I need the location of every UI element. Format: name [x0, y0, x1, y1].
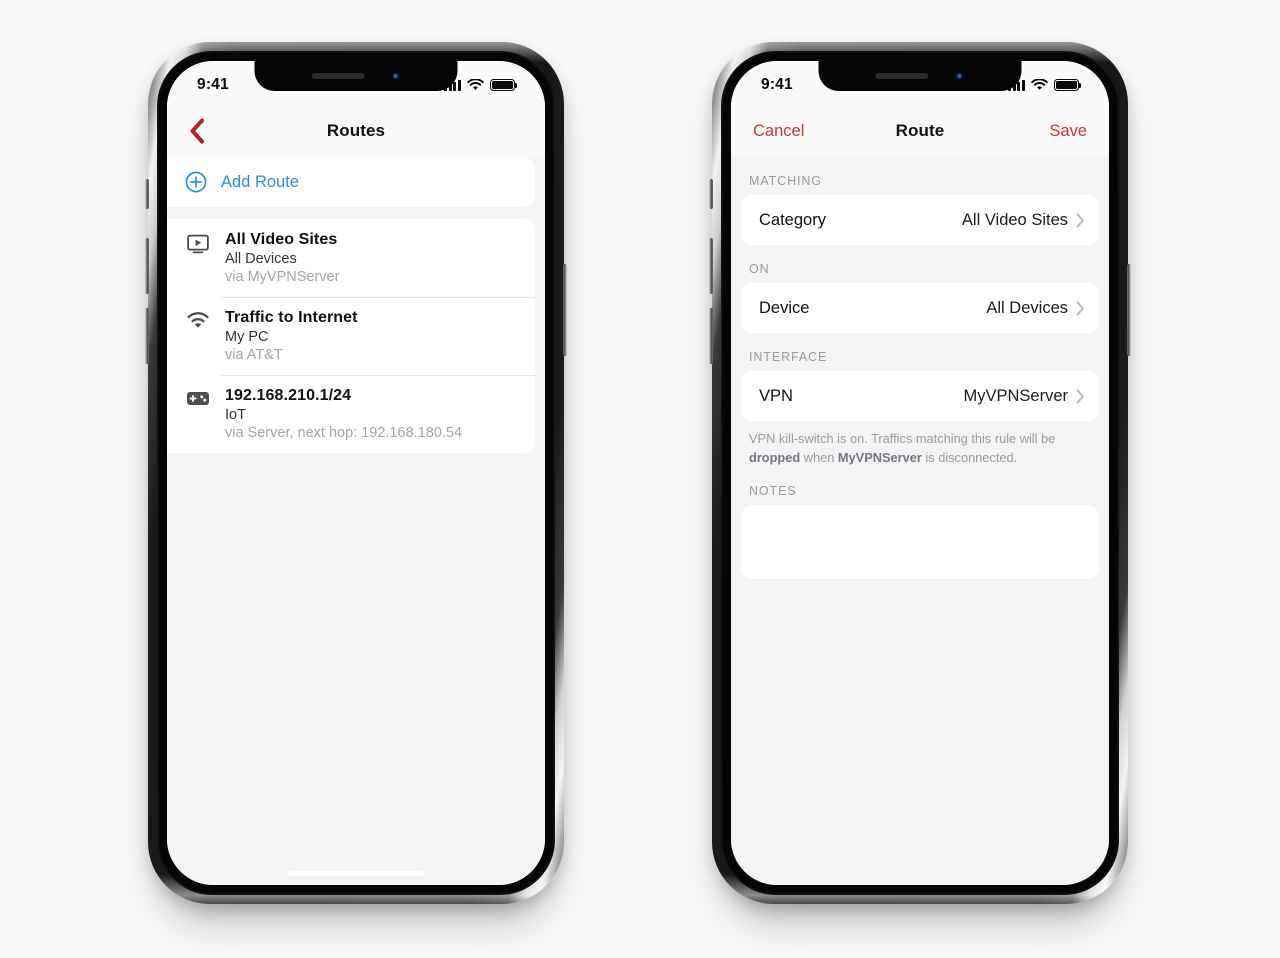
kill-switch-footnote: VPN kill-switch is on. Traffics matching…	[731, 421, 1109, 467]
route-text: All Video Sites All Devices via MyVPNSer…	[225, 231, 339, 285]
earpiece-speaker	[875, 73, 929, 79]
tv-play-icon	[185, 231, 211, 285]
notch	[254, 61, 458, 91]
front-camera	[390, 71, 401, 81]
nav-bar: Routes	[167, 105, 545, 157]
route-list-item[interactable]: Traffic to Internet My PC via AT&T	[167, 297, 535, 375]
mute-switch-button[interactable]	[709, 179, 713, 209]
status-time: 9:41	[761, 76, 793, 93]
chevron-right-icon	[1076, 301, 1085, 316]
footnote-bold-dropped: dropped	[749, 449, 801, 465]
save-button[interactable]: Save	[1049, 122, 1087, 141]
footnote-part3: is disconnected.	[921, 449, 1018, 465]
notes-card	[741, 505, 1099, 580]
cancel-button[interactable]: Cancel	[753, 122, 804, 141]
home-indicator[interactable]	[287, 871, 425, 876]
route-title: All Video Sites	[225, 231, 338, 248]
device-label: Device	[759, 298, 810, 317]
footnote-part2: when	[800, 449, 838, 465]
category-value-wrap: All Video Sites	[962, 211, 1085, 230]
back-chevron-icon[interactable]	[189, 118, 205, 144]
gamepad-icon	[185, 387, 211, 441]
notch	[818, 61, 1022, 91]
category-row[interactable]: Category All Video Sites	[741, 195, 1099, 245]
page-title: Route	[895, 121, 945, 140]
chevron-right-icon	[1076, 389, 1085, 404]
volume-up-button[interactable]	[709, 238, 713, 294]
device-value: All Devices	[986, 298, 1068, 317]
routes-content: Add Route All Video Sites All Devices vi…	[167, 157, 545, 885]
battery-icon	[1054, 79, 1082, 91]
plus-circle-icon	[185, 171, 207, 193]
route-list-item[interactable]: All Video Sites All Devices via MyVPNSer…	[167, 219, 535, 297]
device-value-wrap: All Devices	[986, 299, 1085, 318]
vpn-value: MyVPNServer	[963, 386, 1068, 405]
add-route-button[interactable]: Add Route	[167, 157, 535, 207]
phone-route-detail: 9:41 Cancel Route Save MATCHING Category…	[709, 42, 1131, 904]
front-camera	[954, 71, 965, 81]
power-button[interactable]	[1127, 264, 1131, 356]
category-label: Category	[759, 210, 826, 229]
on-card: Device All Devices	[741, 283, 1099, 333]
nav-left: Cancel	[753, 122, 804, 141]
chevron-right-icon	[1076, 213, 1085, 228]
route-subtitle: My PC	[225, 329, 269, 345]
route-detail-content: MATCHING Category All Video Sites ON Dev…	[731, 157, 1109, 885]
section-header-matching: MATCHING	[749, 174, 822, 188]
device-row[interactable]: Device All Devices	[741, 283, 1099, 333]
section-header-interface: INTERFACE	[749, 350, 828, 364]
route-via: via Server, next hop: 192.168.180.54	[225, 425, 463, 441]
earpiece-speaker	[311, 73, 365, 79]
route-list-item[interactable]: 192.168.210.1/24 IoT via Server, next ho…	[167, 375, 535, 453]
wifi-icon	[1031, 79, 1048, 91]
route-text: 192.168.210.1/24 IoT via Server, next ho…	[225, 387, 462, 441]
add-route-label: Add Route	[221, 172, 299, 191]
vpn-label: VPN	[759, 386, 793, 405]
route-title: 192.168.210.1/24	[225, 387, 352, 404]
route-title: Traffic to Internet	[225, 309, 358, 326]
vpn-value-wrap: MyVPNServer	[963, 387, 1085, 406]
routes-card: All Video Sites All Devices via MyVPNSer…	[167, 219, 535, 453]
wifi-icon	[467, 79, 484, 91]
section-header-on: ON	[749, 262, 770, 276]
volume-up-button[interactable]	[145, 238, 149, 294]
volume-down-button[interactable]	[145, 308, 149, 364]
vpn-row[interactable]: VPN MyVPNServer	[741, 371, 1099, 421]
wifi-icon	[185, 309, 211, 363]
notes-input[interactable]	[741, 505, 1099, 580]
route-via: via AT&T	[225, 347, 283, 363]
route-subtitle: IoT	[225, 407, 246, 423]
volume-down-button[interactable]	[709, 308, 713, 364]
phone-screen-route-detail: 9:41 Cancel Route Save MATCHING Category…	[731, 61, 1109, 885]
footnote-part1: VPN kill-switch is on. Traffics matching…	[749, 431, 1056, 446]
add-route-card: Add Route	[167, 157, 535, 207]
battery-icon	[490, 79, 518, 91]
route-text: Traffic to Internet My PC via AT&T	[225, 309, 358, 363]
page-title: Routes	[326, 121, 386, 140]
phone-screen-routes: 9:41 Routes Add Route All Video Sites Al…	[167, 61, 545, 885]
nav-left	[189, 118, 205, 144]
status-time: 9:41	[197, 76, 229, 93]
power-button[interactable]	[563, 264, 567, 356]
footnote-bold-server: MyVPNServer	[837, 449, 922, 465]
route-via: via MyVPNServer	[225, 269, 340, 285]
phone-routes-list: 9:41 Routes Add Route All Video Sites Al…	[145, 42, 567, 904]
nav-right: Save	[1049, 122, 1087, 141]
nav-bar: Cancel Route Save	[731, 105, 1109, 157]
route-subtitle: All Devices	[225, 251, 297, 267]
interface-card: VPN MyVPNServer	[741, 371, 1099, 421]
screenshot-stage: 9:41 Routes Add Route All Video Sites Al…	[0, 0, 1280, 958]
category-value: All Video Sites	[961, 210, 1068, 229]
mute-switch-button[interactable]	[145, 179, 149, 209]
matching-card: Category All Video Sites	[741, 195, 1099, 245]
section-header-notes: NOTES	[749, 484, 797, 499]
